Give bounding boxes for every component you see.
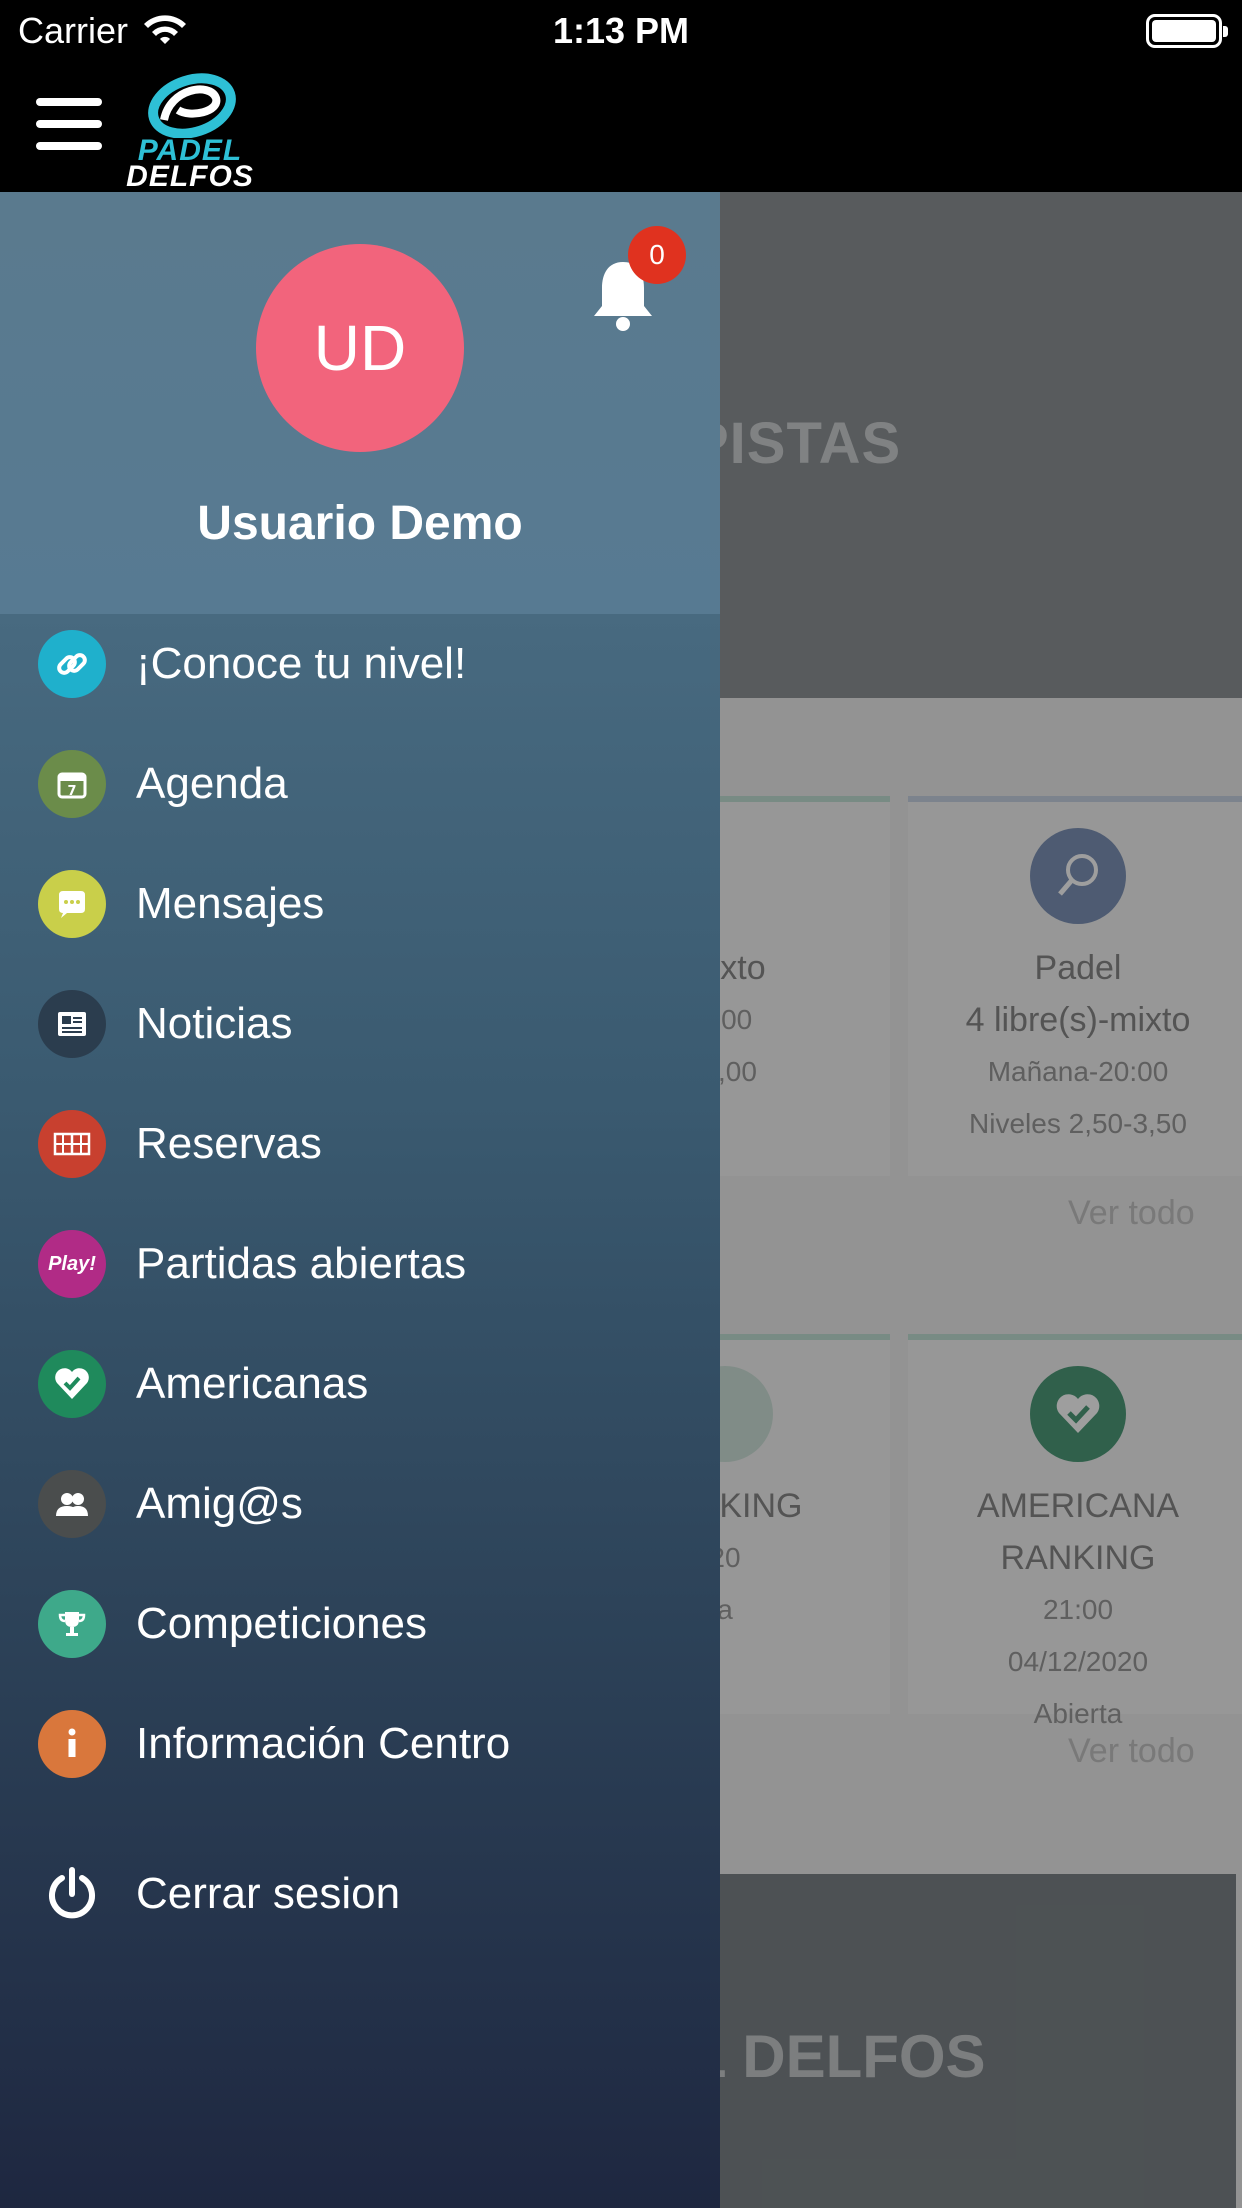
nav-bar: PADEL DELFOS (0, 62, 1242, 192)
menu-label: Amig@s (136, 1479, 303, 1528)
info-icon (38, 1710, 106, 1778)
menu-item-americanas[interactable]: Americanas (0, 1334, 720, 1434)
menu-label: Americanas (136, 1359, 369, 1408)
drawer-header: UD Usuario Demo 0 (0, 192, 720, 614)
friends-icon (38, 1470, 106, 1538)
logout-label: Cerrar sesion (136, 1869, 401, 1918)
menu-item-mensajes[interactable]: Mensajes (0, 854, 720, 954)
menu-item-competiciones[interactable]: Competiciones (0, 1574, 720, 1674)
play-icon-text: Play! (48, 1252, 96, 1275)
play-icon: Play! (38, 1230, 106, 1298)
menu-label: ¡Conoce tu nivel! (136, 639, 467, 688)
link-icon (38, 630, 106, 698)
side-drawer: UD Usuario Demo 0 ¡Conoce tu nivel! 7 Ag… (0, 192, 720, 2208)
menu-item-partidas-abiertas[interactable]: Play! Partidas abiertas (0, 1214, 720, 1314)
menu-label: Reservas (136, 1119, 322, 1168)
menu-label: Noticias (136, 999, 293, 1048)
avatar[interactable]: UD (256, 244, 464, 452)
trophy-icon (38, 1590, 106, 1658)
status-bar: Carrier 1:13 PM (0, 0, 1242, 62)
menu-item-informacion-centro[interactable]: Información Centro (0, 1694, 720, 1794)
heart-check-icon (38, 1350, 106, 1418)
menu-icon[interactable] (36, 98, 102, 152)
clock: 1:13 PM (552, 10, 690, 51)
menu-item-noticias[interactable]: Noticias (0, 974, 720, 1074)
menu-label: Partidas abiertas (136, 1239, 467, 1288)
menu-item-agenda[interactable]: 7 Agenda (0, 734, 720, 834)
menu-item-reservas[interactable]: Reservas (0, 1094, 720, 1194)
logo-mark-icon (148, 73, 236, 139)
battery-icon (1146, 14, 1228, 48)
logo-text-delfos: DELFOS (126, 160, 254, 193)
calendar-icon: 7 (38, 750, 106, 818)
newspaper-icon (38, 990, 106, 1058)
menu-item-amigos[interactable]: Amig@s (0, 1454, 720, 1554)
user-name: Usuario Demo (197, 497, 523, 550)
chat-icon (38, 870, 106, 938)
menu-label: Información Centro (136, 1719, 511, 1768)
padel-delfos-logo: PADEL DELFOS (120, 68, 260, 193)
logout-button[interactable]: Cerrar sesion (0, 1844, 720, 1944)
svg-text:7: 7 (67, 784, 76, 799)
menu-label: Mensajes (136, 879, 325, 928)
notification-badge: 0 (628, 226, 686, 284)
menu-item-conoce-tu-nivel[interactable]: ¡Conoce tu nivel! (0, 614, 720, 714)
court-icon (38, 1110, 106, 1178)
menu-label: Competiciones (136, 1599, 428, 1648)
power-icon (38, 1860, 106, 1928)
menu-label: Agenda (136, 759, 288, 808)
